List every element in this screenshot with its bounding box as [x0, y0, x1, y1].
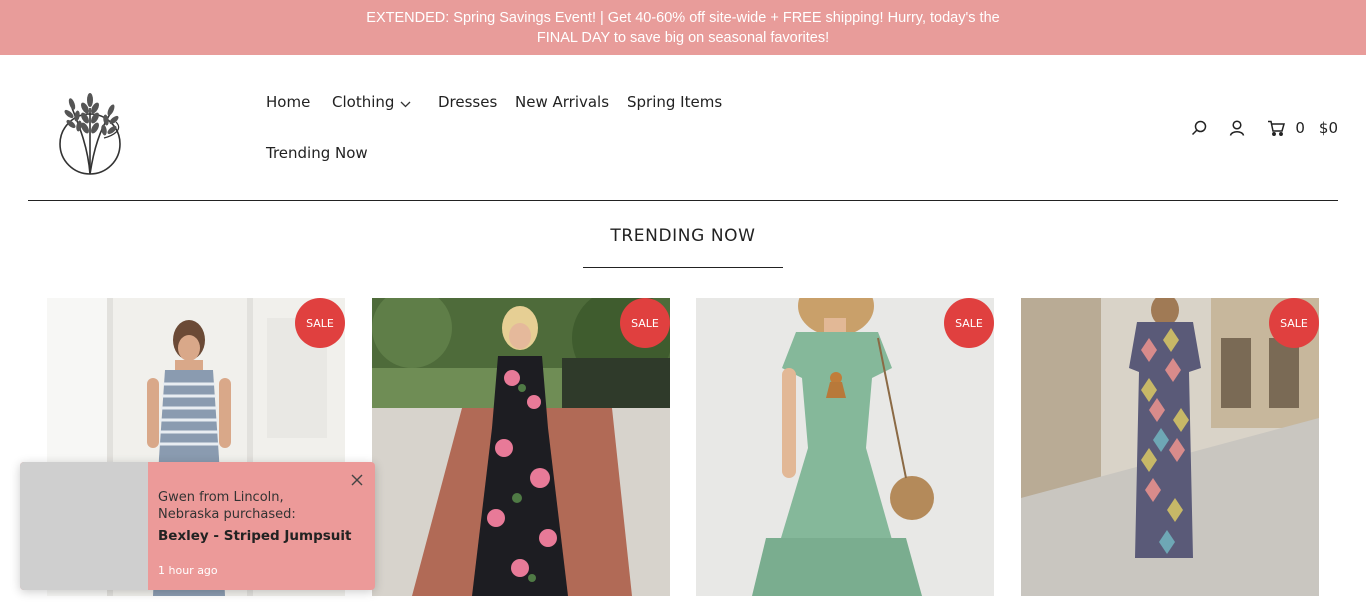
notification-time: 1 hour ago [158, 564, 218, 577]
announcement-text: EXTENDED: Spring Savings Event! | Get 40… [366, 9, 1000, 46]
nav-new-arrivals[interactable]: New Arrivals [515, 93, 609, 111]
sale-badge: SALE [295, 298, 345, 348]
product-card[interactable]: SALE [1021, 298, 1319, 596]
sale-badge: SALE [944, 298, 994, 348]
close-button[interactable] [349, 472, 365, 488]
logo[interactable] [54, 78, 126, 178]
header-divider [28, 200, 1338, 201]
search-icon [1192, 120, 1207, 136]
user-icon [1230, 120, 1245, 136]
search-button[interactable] [1191, 120, 1207, 136]
product-card[interactable]: SALE [372, 298, 670, 596]
nav-dresses[interactable]: Dresses [438, 93, 497, 111]
chevron-down-icon [400, 94, 411, 112]
wheat-logo-icon [59, 93, 121, 175]
cart-button[interactable]: 0 $0 [1267, 119, 1338, 137]
cart-icon [1268, 120, 1286, 136]
nav-spring-items[interactable]: Spring Items [627, 93, 722, 111]
close-icon [351, 474, 363, 486]
announcement-bar: EXTENDED: Spring Savings Event! | Get 40… [0, 0, 1366, 55]
product-image [1021, 298, 1319, 596]
notification-message: Gwen from Lincoln, Nebraska purchased: [158, 490, 296, 522]
header-utilities: 0 $0 [1191, 116, 1338, 140]
notification-product-image [20, 462, 148, 590]
purchase-notification[interactable]: Gwen from Lincoln, Nebraska purchased: B… [20, 462, 375, 590]
title-underline [583, 267, 783, 268]
sale-badge: SALE [620, 298, 670, 348]
nav-clothing[interactable]: Clothing [332, 93, 411, 112]
nav-home[interactable]: Home [266, 93, 310, 111]
cart-total: $0 [1318, 119, 1338, 137]
product-card[interactable]: SALE [696, 298, 994, 596]
nav-clothing-label: Clothing [332, 93, 395, 111]
product-image [696, 298, 994, 596]
account-button[interactable] [1229, 120, 1245, 136]
section-title: TRENDING NOW [610, 226, 756, 246]
sale-badge: SALE [1269, 298, 1319, 348]
nav-trending-now[interactable]: Trending Now [266, 144, 368, 162]
cart-count: 0 [1295, 119, 1305, 137]
product-image [372, 298, 670, 596]
notification-product-name[interactable]: Bexley - Striped Jumpsuit [158, 528, 351, 544]
